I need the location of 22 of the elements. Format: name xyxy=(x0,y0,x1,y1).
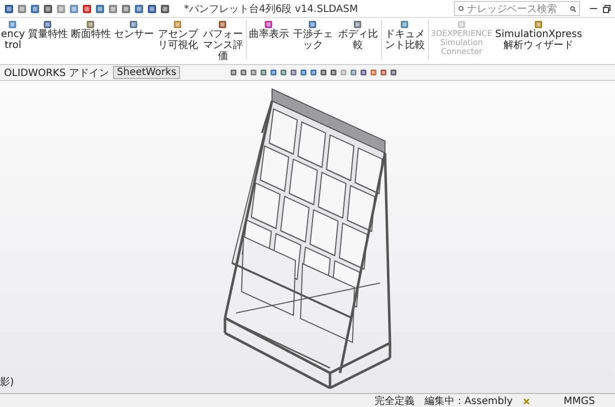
status-text: 完全定義 xyxy=(374,394,414,407)
search-icon[interactable] xyxy=(570,6,576,12)
tool-icon[interactable] xyxy=(522,398,530,404)
ribbon-button[interactable]: 断面特性 xyxy=(70,20,112,40)
ribbon-button[interactable]: 曲率表示 xyxy=(248,20,290,40)
ribbon-button[interactable]: センサー xyxy=(112,20,155,40)
ribbon-button[interactable]: ドキュメント比較 xyxy=(382,20,427,51)
ribbon-button[interactable]: アセンブリ可視化 xyxy=(156,20,200,51)
ribbon-button[interactable]: パフォーマンス評価 xyxy=(200,20,245,62)
ribbon-button[interactable]: ボディ比較 xyxy=(336,20,380,51)
ribbon-button[interactable]: SimulationXpress 解析ウィザード xyxy=(494,20,584,51)
status-text: 編集中：Assembly xyxy=(424,394,513,407)
restore-icon[interactable] xyxy=(603,4,611,12)
tab[interactable]: OLIDWORKS アドイン xyxy=(0,64,113,80)
status-text: MMGS xyxy=(564,396,595,406)
tab[interactable]: SheetWorks xyxy=(112,66,180,79)
window-title: *パンフレット台4列6段 v14.SLDASM xyxy=(184,2,359,16)
ribbon-button[interactable]: 干渉チェック xyxy=(290,20,335,51)
ribbon-button[interactable]: ency trol xyxy=(0,20,26,51)
ribbon-button[interactable]: 質量特性 xyxy=(26,20,69,40)
search-field[interactable]: ナレッジベース検索 xyxy=(454,1,580,16)
side-text: 影) xyxy=(0,376,14,389)
